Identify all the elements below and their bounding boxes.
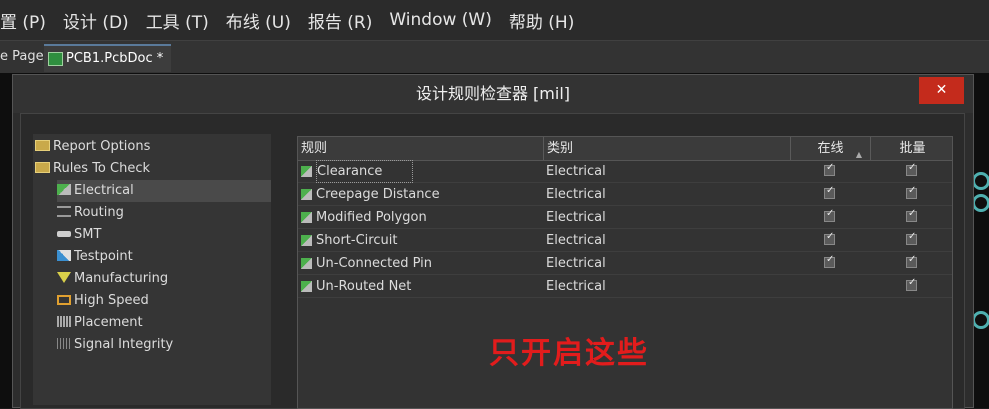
- tree-item-report-options[interactable]: Report Options: [35, 136, 150, 158]
- pad-icon: [972, 172, 989, 190]
- rule-name: Creepage Distance: [316, 187, 440, 202]
- table-header: 规则 类别 在线 ▲ 批量: [298, 137, 952, 161]
- menu-place[interactable]: 置 (P): [0, 8, 55, 33]
- folder-icon: [35, 140, 50, 151]
- online-checkbox[interactable]: [824, 231, 835, 245]
- online-checkbox[interactable]: [824, 208, 835, 222]
- annotation-text: 只开启这些: [489, 336, 649, 371]
- batch-checkbox[interactable]: [906, 185, 917, 199]
- menu-design[interactable]: 设计 (D): [55, 8, 138, 33]
- tree-item-label: Report Options: [53, 139, 151, 154]
- tree-item-label: Testpoint: [74, 249, 133, 264]
- batch-checkbox[interactable]: [906, 208, 917, 222]
- batch-checkbox[interactable]: [906, 254, 917, 268]
- electrical-rule-icon: [301, 166, 312, 177]
- dialog-titlebar[interactable]: 设计规则检查器 [mil]: [13, 75, 973, 113]
- tree-item-smt[interactable]: SMT: [57, 224, 101, 246]
- electrical-rule-icon: [301, 212, 312, 223]
- tree-item-label: Electrical: [74, 183, 134, 198]
- tree-item-label: Rules To Check: [53, 161, 151, 176]
- table-row[interactable]: Un-Routed Net Electrical: [298, 275, 952, 298]
- online-checkbox[interactable]: [824, 185, 835, 199]
- menu-tools[interactable]: 工具 (T): [138, 8, 218, 33]
- placement-rule-icon: [57, 316, 71, 327]
- tree-item-placement[interactable]: Placement: [57, 312, 143, 334]
- tree-item-label: SMT: [74, 227, 102, 242]
- rule-name: Short-Circuit: [316, 233, 398, 248]
- tree-item-rules-to-check[interactable]: Rules To Check: [35, 158, 150, 180]
- menu-route[interactable]: 布线 (U): [218, 8, 300, 33]
- tree-item-label: Routing: [74, 205, 124, 220]
- batch-checkbox[interactable]: [906, 277, 917, 291]
- table-row[interactable]: Creepage Distance Electrical: [298, 183, 952, 206]
- tree-item-electrical[interactable]: Electrical: [57, 180, 271, 202]
- dialog-title: 设计规则检查器 [mil]: [415, 84, 571, 103]
- tree-item-label: High Speed: [74, 293, 149, 308]
- smt-rule-icon: [57, 230, 71, 237]
- rule-name: Un-Connected Pin: [316, 256, 432, 271]
- table-row[interactable]: Short-Circuit Electrical: [298, 229, 952, 252]
- close-button[interactable]: ✕: [919, 77, 964, 104]
- tab-pcb1[interactable]: PCB1.PcbDoc *: [44, 44, 172, 72]
- tree-item-routing[interactable]: Routing: [57, 202, 124, 224]
- close-icon: ✕: [935, 82, 948, 98]
- signal-integrity-rule-icon: [57, 338, 71, 349]
- pad-icon: [972, 311, 989, 329]
- electrical-rule-icon: [301, 258, 312, 269]
- tree-item-testpoint[interactable]: Testpoint: [57, 246, 133, 268]
- batch-checkbox[interactable]: [906, 231, 917, 245]
- menu-window[interactable]: Window (W): [381, 10, 501, 30]
- menu-bar: 置 (P) 设计 (D) 工具 (T) 布线 (U) 报告 (R) Window…: [0, 0, 989, 40]
- table-row[interactable]: Clearance Electrical: [298, 160, 952, 183]
- rule-category: Electrical: [546, 279, 606, 294]
- folder-icon: [35, 162, 50, 173]
- tab-pcb1-label: PCB1.PcbDoc *: [66, 51, 164, 66]
- tab-start-page[interactable]: e Page: [0, 41, 44, 73]
- menu-help[interactable]: 帮助 (H): [501, 8, 583, 33]
- rules-tree: Report Options Rules To Check Electrical…: [33, 134, 271, 405]
- tree-item-signal-integrity[interactable]: Signal Integrity: [57, 334, 173, 356]
- testpoint-rule-icon: [57, 250, 71, 261]
- rule-category: Electrical: [546, 164, 606, 179]
- rule-name: Clearance: [316, 160, 414, 183]
- rule-category: Electrical: [546, 187, 606, 202]
- tree-item-label: Manufacturing: [74, 271, 169, 286]
- table-row[interactable]: Un-Connected Pin Electrical: [298, 252, 952, 275]
- rule-category: Electrical: [546, 233, 606, 248]
- menu-reports[interactable]: 报告 (R): [300, 8, 381, 33]
- column-header-online[interactable]: 在线 ▲: [791, 137, 871, 160]
- high-speed-rule-icon: [57, 294, 71, 305]
- rule-category: Electrical: [546, 210, 606, 225]
- online-checkbox[interactable]: [824, 162, 835, 176]
- document-tab-bar: e Page PCB1.PcbDoc *: [0, 40, 989, 73]
- pad-icon: [972, 194, 989, 212]
- electrical-rule-icon: [301, 189, 312, 200]
- pcb-doc-icon: [48, 52, 63, 66]
- electrical-rule-icon: [57, 184, 71, 195]
- online-checkbox[interactable]: [824, 254, 835, 268]
- tree-item-manufacturing[interactable]: Manufacturing: [57, 268, 168, 290]
- routing-rule-icon: [57, 206, 71, 217]
- column-header-online-label: 在线: [817, 141, 844, 156]
- rule-name: Modified Polygon: [316, 210, 427, 225]
- column-header-category[interactable]: 类别: [544, 137, 791, 160]
- rule-category: Electrical: [546, 256, 606, 271]
- tree-item-label: Signal Integrity: [74, 337, 174, 352]
- tree-item-label: Placement: [74, 315, 143, 330]
- column-header-rule[interactable]: 规则: [298, 137, 544, 160]
- electrical-rule-icon: [301, 281, 312, 292]
- tree-item-high-speed[interactable]: High Speed: [57, 290, 149, 312]
- electrical-rule-icon: [301, 235, 312, 246]
- manufacturing-rule-icon: [57, 272, 71, 283]
- batch-checkbox[interactable]: [906, 162, 917, 176]
- column-header-batch[interactable]: 批量: [871, 137, 954, 160]
- rule-name: Un-Routed Net: [316, 279, 412, 294]
- table-row[interactable]: Modified Polygon Electrical: [298, 206, 952, 229]
